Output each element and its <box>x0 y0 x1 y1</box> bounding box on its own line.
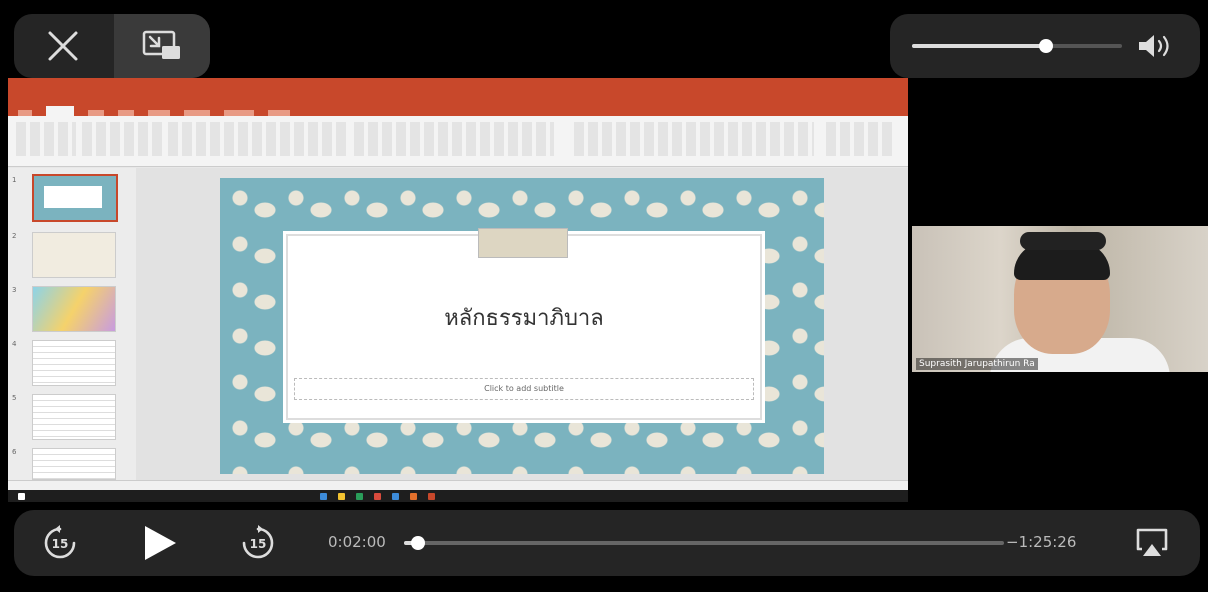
playback-scrubber[interactable] <box>404 536 1004 550</box>
participant-figure <box>1020 232 1106 250</box>
close-button[interactable] <box>40 26 86 66</box>
skip-forward-seconds: 15 <box>250 537 267 551</box>
play-button[interactable] <box>140 523 180 563</box>
slide-thumbnail-3[interactable] <box>32 286 116 332</box>
slide-thumbnail-pane: 1 2 3 4 5 6 <box>8 168 137 480</box>
slide-number: 6 <box>12 448 17 456</box>
play-icon <box>145 526 176 560</box>
slide-thumbnail-1[interactable] <box>32 174 118 222</box>
taskbar-app-icon <box>410 493 417 500</box>
ribbon-group-editing <box>826 122 896 156</box>
slide-number: 4 <box>12 340 17 348</box>
participant-video: Suprasith Jarupathirun Ra <box>912 226 1208 372</box>
current-slide: หลักธรรมาภิบาล Click to add subtitle <box>220 178 824 474</box>
ribbon-group-clipboard <box>16 122 76 156</box>
skip-back-seconds: 15 <box>52 537 69 551</box>
taskbar-app-icon <box>392 493 399 500</box>
airplay-button[interactable] <box>1134 526 1170 560</box>
slide-editing-area: หลักธรรมาภิบาล Click to add subtitle <box>136 168 908 480</box>
ribbon-group-font <box>168 122 348 156</box>
ribbon-group-drawing <box>574 122 814 156</box>
slide-thumbnail-5[interactable] <box>32 394 116 440</box>
taskbar-app-icon <box>356 493 363 500</box>
volume-slider-fill <box>912 44 1047 48</box>
ribbon-group-slides <box>82 122 162 156</box>
speaker-volume-icon[interactable] <box>1136 32 1176 60</box>
picture-in-picture-button[interactable] <box>114 14 210 78</box>
remaining-time: −1:25:26 <box>1006 533 1077 551</box>
slide-thumbnail-6[interactable] <box>32 448 116 480</box>
participant-name-label: Suprasith Jarupathirun Ra <box>916 358 1038 370</box>
volume-slider[interactable] <box>912 39 1122 53</box>
slide-title-frame: หลักธรรมาภิบาล Click to add subtitle <box>286 228 762 420</box>
volume-slider-knob[interactable] <box>1039 39 1054 53</box>
slide-title[interactable]: หลักธรรมาภิบาล <box>288 300 760 335</box>
slide-number: 1 <box>12 176 17 184</box>
slide-number: 3 <box>12 286 17 294</box>
slide-decor-tab <box>478 228 568 258</box>
playback-controls: 15 15 0:02:00 −1:25:26 <box>14 510 1200 576</box>
volume-controls <box>890 14 1200 78</box>
slide-number: 2 <box>12 232 17 240</box>
taskbar-app-icon <box>428 493 435 500</box>
skip-forward-15-icon: 15 <box>242 525 274 559</box>
slide-subtitle-placeholder[interactable]: Click to add subtitle <box>294 378 754 400</box>
ppt-ribbon <box>8 116 908 167</box>
skip-back-15-icon: 15 <box>44 525 76 559</box>
shared-screen-powerpoint: 1 2 3 4 5 6 หลักธรรมาภิบาล Click to add … <box>8 78 908 502</box>
slide-thumbnail-4[interactable] <box>32 340 116 386</box>
skip-forward-button[interactable]: 15 <box>238 523 278 563</box>
airplay-icon <box>1136 528 1168 556</box>
slide-number: 5 <box>12 394 17 402</box>
taskbar-app-icon <box>374 493 381 500</box>
elapsed-time: 0:02:00 <box>328 533 386 551</box>
windows-taskbar <box>8 490 908 502</box>
slide-thumbnail-2[interactable] <box>32 232 116 278</box>
ribbon-tab-active <box>46 106 74 116</box>
ppt-ribbon-tabs <box>8 100 908 116</box>
skip-back-button[interactable]: 15 <box>40 523 80 563</box>
taskbar-app-icon <box>338 493 345 500</box>
pip-exit-icon <box>142 30 180 59</box>
close-icon <box>48 31 78 61</box>
top-left-controls <box>14 14 210 78</box>
taskbar-app-icon <box>320 493 327 500</box>
thumbnail-title-box <box>44 186 102 208</box>
playback-scrubber-knob[interactable] <box>410 536 425 550</box>
ribbon-group-paragraph <box>354 122 554 156</box>
windows-start-icon <box>18 493 25 500</box>
ppt-title-bar <box>8 78 908 100</box>
